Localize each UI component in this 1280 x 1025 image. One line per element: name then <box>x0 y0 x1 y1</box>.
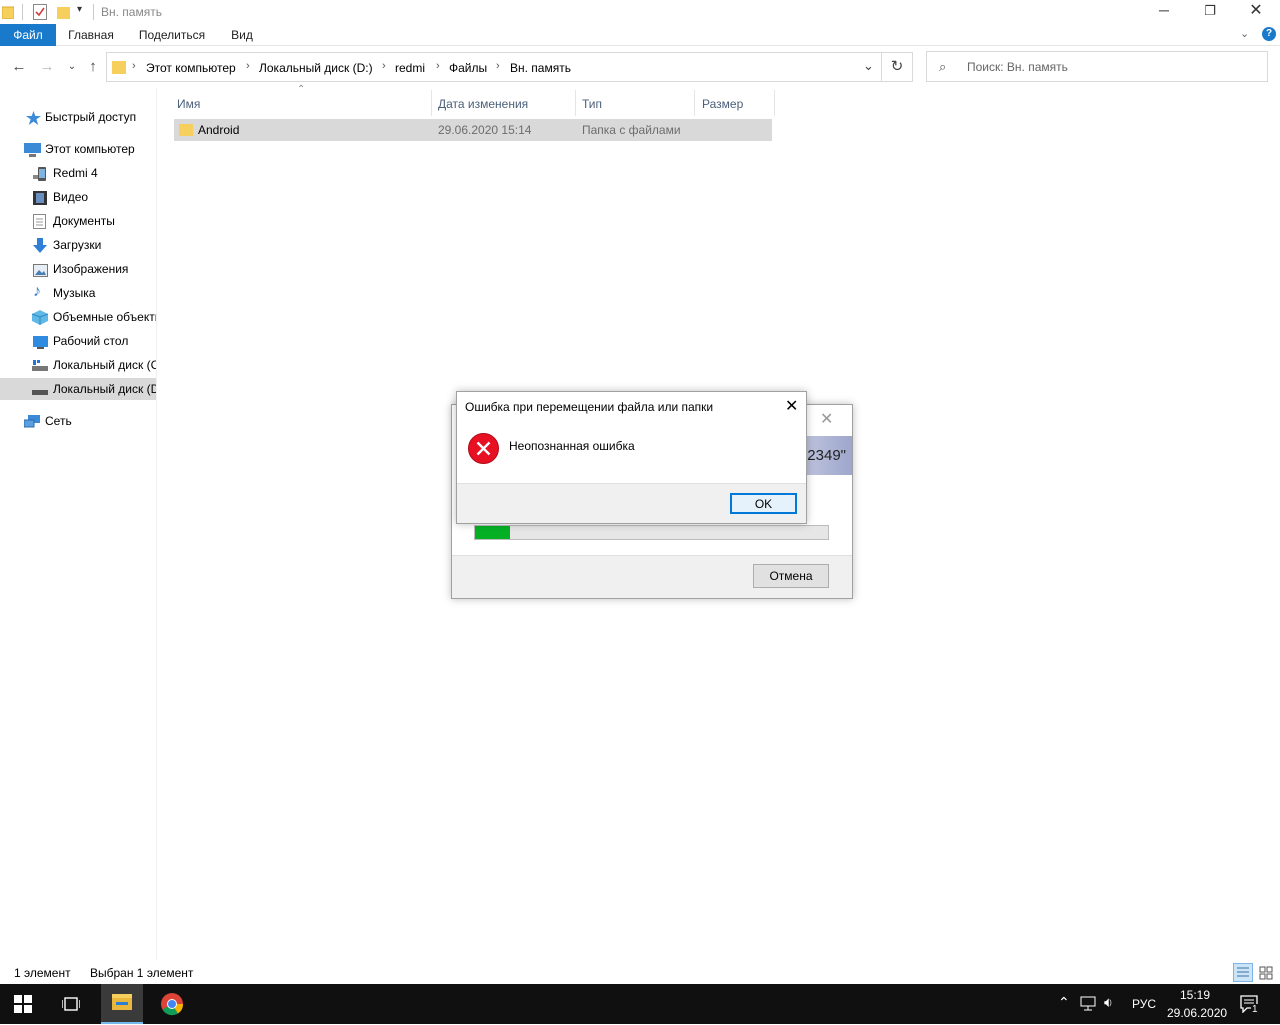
window-title: Вн. память <box>101 5 162 19</box>
breadcrumb-redmi[interactable]: redmi <box>395 61 425 75</box>
notification-count: 1 <box>1251 1004 1259 1015</box>
image-icon <box>33 262 48 277</box>
error-message: Неопознанная ошибка <box>509 439 635 453</box>
error-icon <box>468 433 499 464</box>
document-icon <box>33 214 48 229</box>
desktop-icon <box>33 334 48 349</box>
drive-icon <box>32 358 48 372</box>
task-view-icon[interactable] <box>61 995 81 1013</box>
sidebar-item-video[interactable]: Видео <box>0 186 156 208</box>
tab-view[interactable]: Вид <box>224 24 260 46</box>
title-bar: ▾ Вн. память ─ ❐ ✕ <box>0 0 1280 24</box>
computer-icon <box>24 142 41 157</box>
large-icons-view-icon[interactable] <box>1257 964 1275 981</box>
sidebar-item-desktop[interactable]: Рабочий стол <box>0 330 156 352</box>
chevron-up-icon[interactable]: ⌃ <box>1058 994 1070 1011</box>
tab-file[interactable]: Файл <box>0 24 56 46</box>
download-icon <box>33 238 48 253</box>
phone-icon <box>33 166 48 181</box>
forward-button[interactable]: → <box>37 58 57 76</box>
file-date: 29.06.2020 15:14 <box>438 123 532 137</box>
search-icon: ⌕ <box>939 59 947 74</box>
help-icon[interactable]: ? <box>1262 27 1276 41</box>
sidebar-item-quick-access[interactable]: Быстрый доступ <box>0 106 156 128</box>
folder-icon <box>179 123 193 137</box>
search-placeholder: Поиск: Вн. память <box>967 60 1068 74</box>
drive-icon <box>32 382 48 396</box>
progress-bar-fill <box>475 526 511 539</box>
sidebar-item-redmi-4[interactable]: Redmi 4 <box>0 162 156 184</box>
new-folder-icon[interactable] <box>57 5 70 19</box>
music-icon: ♪ <box>33 283 41 300</box>
status-bar: 1 элемент Выбран 1 элемент <box>0 962 1280 984</box>
column-header-type[interactable]: Тип <box>582 92 602 116</box>
ribbon-tabs: Файл Главная Поделиться Вид ⌄ ? <box>0 24 1280 46</box>
column-header-name[interactable]: Имя <box>177 92 200 116</box>
close-button[interactable]: ✕ <box>1242 0 1270 22</box>
restore-button[interactable]: ❐ <box>1196 0 1224 22</box>
file-name: Android <box>198 123 240 137</box>
sidebar-item-drive-c[interactable]: Локальный диск (C:) <box>0 354 156 376</box>
close-icon[interactable]: ✕ <box>820 409 833 429</box>
error-dialog-title: Ошибка при перемещении файла или папки <box>465 400 714 414</box>
ok-button[interactable]: OK <box>730 493 797 514</box>
clock-date[interactable]: 29.06.2020 <box>1167 1006 1227 1020</box>
cancel-button[interactable]: Отмена <box>753 564 829 588</box>
tab-home[interactable]: Главная <box>62 24 120 46</box>
sidebar-item-pictures[interactable]: Изображения <box>0 258 156 280</box>
chrome-icon[interactable] <box>160 992 184 1016</box>
windows-start-icon[interactable] <box>14 995 32 1013</box>
chevron-down-icon[interactable]: ▾ <box>77 4 82 15</box>
breadcrumb-this-pc[interactable]: Этот компьютер <box>146 61 236 75</box>
file-type: Папка с файлами <box>582 123 681 137</box>
sidebar-item-music[interactable]: ♪ Музыка <box>0 282 156 304</box>
minimize-button[interactable]: ─ <box>1150 0 1178 22</box>
taskbar: ⌃ 🔉︎ РУС 15:19 29.06.2020 1 <box>0 984 1280 1024</box>
column-header-size[interactable]: Размер <box>702 92 743 116</box>
recent-locations-button[interactable]: ⌄ <box>62 58 82 76</box>
progress-bar <box>474 525 829 540</box>
sidebar-item-network[interactable]: Сеть <box>0 410 156 432</box>
sidebar-item-documents[interactable]: Документы <box>0 210 156 232</box>
sidebar-item-3d-objects[interactable]: Объемные объекты <box>0 306 156 328</box>
file-explorer-taskbar-button[interactable] <box>101 984 143 1024</box>
search-input[interactable]: ⌕ Поиск: Вн. память <box>926 51 1268 82</box>
sidebar-item-drive-d[interactable]: Локальный диск (D:) <box>0 378 156 400</box>
sidebar-item-this-pc[interactable]: Этот компьютер <box>0 138 156 160</box>
table-row[interactable]: Android 29.06.2020 15:14 Папка с файлами <box>174 119 772 141</box>
tab-share[interactable]: Поделиться <box>134 24 210 46</box>
cube-icon <box>31 310 49 325</box>
clock-time[interactable]: 15:19 <box>1180 988 1210 1002</box>
folder-icon <box>112 60 126 74</box>
network-icon[interactable] <box>1080 996 1098 1012</box>
item-count: 1 элемент <box>14 966 71 980</box>
error-dialog: Ошибка при перемещении файла или папки ✕… <box>456 391 807 524</box>
network-icon <box>23 414 40 428</box>
breadcrumb-files[interactable]: Файлы <box>449 61 487 75</box>
navigation-pane: Быстрый доступ Этот компьютер Redmi 4 Ви… <box>0 88 157 960</box>
sidebar-item-downloads[interactable]: Загрузки <box>0 234 156 256</box>
close-icon[interactable]: ✕ <box>785 396 798 416</box>
folder-icon <box>1 5 15 20</box>
progress-banner-text: 2349" <box>807 447 846 464</box>
address-bar[interactable]: › Этот компьютер › Локальный диск (D:) ›… <box>106 52 882 82</box>
refresh-button[interactable]: ↻ <box>882 52 913 82</box>
breadcrumb-drive-d[interactable]: Локальный диск (D:) <box>259 61 373 75</box>
expand-ribbon-icon[interactable]: ⌄ <box>1240 27 1249 40</box>
address-dropdown-icon[interactable]: ⌄ <box>863 58 874 74</box>
back-button[interactable]: ← <box>9 58 29 76</box>
star-icon <box>26 110 41 125</box>
up-button[interactable]: ↑ <box>83 58 103 76</box>
sort-ascending-icon: ⌃ <box>297 84 306 95</box>
selected-count: Выбран 1 элемент <box>90 966 194 980</box>
properties-icon[interactable] <box>33 4 47 20</box>
video-icon <box>33 190 48 205</box>
volume-icon[interactable]: 🔉︎ <box>1104 994 1113 1011</box>
breadcrumb-internal-memory[interactable]: Вн. память <box>510 61 571 75</box>
details-view-icon[interactable] <box>1233 963 1253 982</box>
column-header-date[interactable]: Дата изменения <box>438 92 528 116</box>
language-indicator[interactable]: РУС <box>1132 997 1156 1011</box>
